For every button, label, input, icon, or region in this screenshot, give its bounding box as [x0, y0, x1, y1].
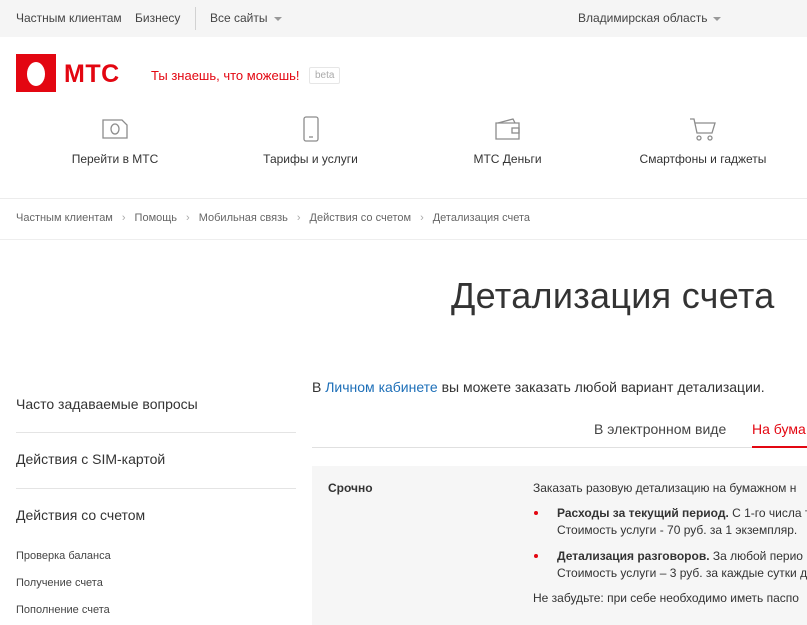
mts-logo[interactable]: МТС — [16, 54, 128, 92]
bullet2-price: Стоимость услуги – 3 руб. за каждые сутк… — [557, 566, 807, 580]
passport-note: Не забудьте: при себе необходимо иметь п… — [533, 591, 799, 605]
nav-smartphones[interactable]: Смартфоны и гаджеты — [633, 116, 773, 166]
breadcrumb-item[interactable]: Мобильная связь — [199, 212, 288, 224]
nav-tariffs[interactable]: Тарифы и услуги — [258, 116, 363, 166]
sidebar-divider — [16, 488, 296, 489]
tab-electronic[interactable]: В электронном виде — [594, 421, 726, 437]
sidebar-item-faq[interactable]: Часто задаваемые вопросы — [16, 396, 198, 412]
nav-label: Смартфоны и гаджеты — [639, 152, 767, 166]
panel-label-urgent: Срочно — [328, 481, 373, 495]
chevron-right-icon: › — [186, 212, 190, 224]
logo-text: МТС — [64, 60, 120, 88]
all-sites-dropdown[interactable]: Все сайты — [210, 11, 282, 25]
chevron-right-icon: › — [296, 212, 301, 224]
sim-card-icon — [102, 119, 128, 139]
breadcrumb: Частным клиентам › Помощь › Мобильная связь ›… — [16, 212, 530, 224]
active-tab-indicator — [752, 446, 807, 448]
all-sites-label: Все сайты — [210, 11, 268, 25]
chevron-right-icon: › — [420, 212, 424, 224]
top-utility-bar: Частным клиентам Бизнесу Все сайты Влади… — [0, 0, 807, 37]
personal-account-link[interactable]: Личном кабинете — [325, 379, 438, 395]
nav-mts-money[interactable]: МТС Деньги — [465, 116, 550, 166]
breadcrumb-item[interactable]: Помощь — [135, 212, 178, 224]
breadcrumb-current: Детализация счета — [432, 212, 531, 224]
order-text: Заказать разовую детализацию на бумажном… — [533, 481, 797, 495]
nav-label: Перейти в МТС — [71, 152, 159, 166]
intro-suffix: вы можете заказать любой вариант детализ… — [437, 379, 765, 395]
sidebar-divider — [16, 432, 296, 433]
beta-badge: beta — [309, 67, 341, 84]
topbar-divider — [195, 7, 196, 30]
wallet-icon — [494, 118, 520, 140]
bullet-icon — [534, 511, 538, 515]
detail-panel: Срочно Заказать разовую детализацию на б… — [312, 466, 807, 625]
link-business[interactable]: Бизнесу — [135, 11, 180, 25]
breadcrumb-item[interactable]: Действия со счетом — [310, 212, 412, 224]
bullet-icon — [534, 554, 538, 558]
bullet2-title: Детализация разговоров. — [557, 549, 710, 563]
slogan: Ты знаешь, что можешь! — [151, 68, 300, 83]
region-label: Владимирская область — [578, 11, 708, 25]
phone-icon — [302, 116, 319, 142]
bullet1-rest: С 1-го числа т — [728, 506, 807, 520]
bullet1-text: Расходы за текущий период. С 1-го числа … — [557, 506, 807, 520]
breadcrumb-divider — [0, 239, 807, 240]
sidebar-subitem-balance[interactable]: Проверка баланса — [16, 550, 111, 562]
sidebar-subitem-topup[interactable]: Пополнение счета — [16, 604, 110, 616]
bullet2-rest: За любой перио — [709, 549, 803, 563]
chevron-down-icon — [273, 16, 282, 21]
link-private-clients[interactable]: Частным клиентам — [16, 11, 122, 25]
intro-text: В Личном кабинете вы можете заказать люб… — [312, 379, 765, 395]
cart-icon — [690, 118, 716, 141]
intro-prefix: В — [312, 379, 326, 395]
breadcrumb-item[interactable]: Частным клиентам — [16, 212, 113, 224]
sidebar-item-account[interactable]: Действия со счетом — [16, 507, 145, 523]
nav-go-to-mts[interactable]: Перейти в МТС — [70, 116, 160, 166]
page-title: Детализация счета — [451, 275, 775, 316]
mts-egg-logo-icon — [16, 54, 56, 92]
nav-divider — [0, 198, 807, 199]
nav-label: Тарифы и услуги — [263, 152, 358, 166]
bullet1-price: Стоимость услуги - 70 руб. за 1 экземпля… — [557, 523, 798, 537]
chevron-down-icon — [713, 16, 722, 21]
sidebar-item-sim[interactable]: Действия с SIM-картой — [16, 451, 165, 467]
region-selector[interactable]: Владимирская область — [578, 11, 722, 25]
bullet1-title: Расходы за текущий период. — [557, 506, 729, 520]
tabs-underline — [312, 447, 807, 448]
nav-label: МТС Деньги — [473, 152, 542, 166]
bullet2-text: Детализация разговоров. За любой перио — [557, 549, 803, 563]
sidebar-subitem-bill[interactable]: Получение счета — [16, 577, 103, 589]
chevron-right-icon: › — [121, 212, 126, 224]
tab-paper[interactable]: На бума — [752, 421, 806, 437]
